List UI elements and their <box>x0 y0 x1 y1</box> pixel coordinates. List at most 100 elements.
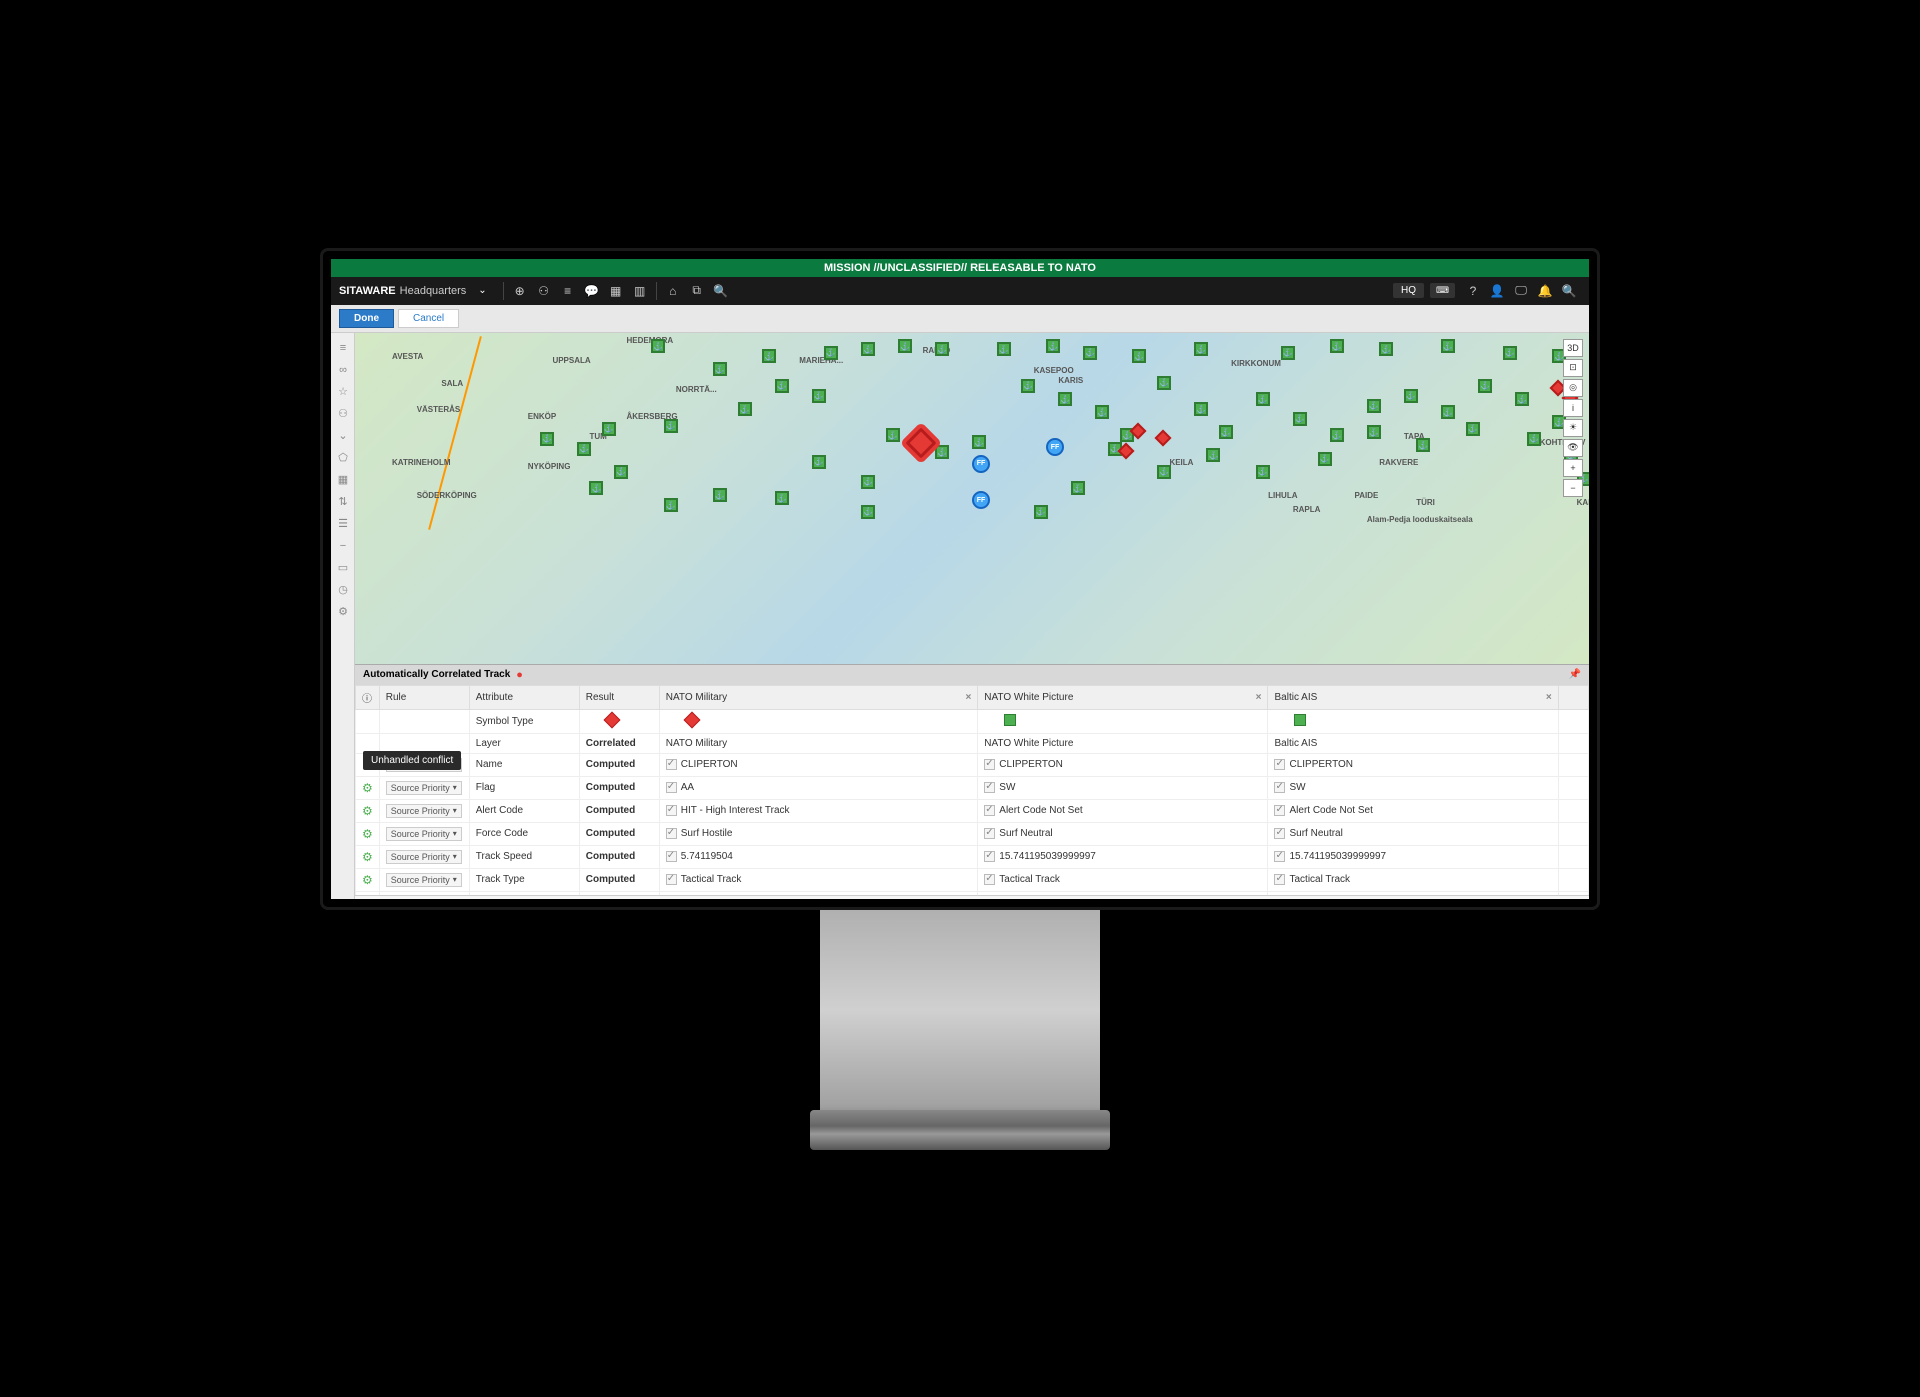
friendly-track-marker[interactable] <box>1367 399 1381 413</box>
friendly-track-marker[interactable] <box>540 432 554 446</box>
friendly-track-marker[interactable] <box>1206 448 1220 462</box>
checkbox-icon[interactable] <box>1274 782 1285 793</box>
map-canvas[interactable]: HEDEMORAAVESTASALAVÄSTERÅSUPPSALANORRTÄ.… <box>355 333 1589 664</box>
checkbox-icon[interactable] <box>666 874 677 885</box>
done-button[interactable]: Done <box>339 309 394 328</box>
sidebar-adjust-icon[interactable]: ⇅ <box>331 491 355 513</box>
map-zoomfit-icon[interactable]: ⊡ <box>1563 359 1583 377</box>
screen-icon[interactable]: 🖵 <box>1511 281 1531 301</box>
gear-icon[interactable]: ⚙ <box>362 850 373 864</box>
checkbox-icon[interactable] <box>984 805 995 816</box>
friendly-track-marker[interactable] <box>1194 342 1208 356</box>
checkbox-icon[interactable] <box>666 828 677 839</box>
friendly-track-marker[interactable] <box>1256 465 1270 479</box>
friendly-track-marker[interactable] <box>1293 412 1307 426</box>
friendly-track-marker[interactable] <box>886 428 900 442</box>
friendly-track-marker[interactable] <box>1441 339 1455 353</box>
map-zoomin-icon[interactable]: + <box>1563 459 1583 477</box>
sidebar-table-icon[interactable]: ▦ <box>331 469 355 491</box>
friendly-track-marker[interactable] <box>775 491 789 505</box>
friendly-track-marker[interactable] <box>713 488 727 502</box>
friendly-track-marker[interactable] <box>589 481 603 495</box>
ff-track-marker[interactable]: FF <box>972 491 990 509</box>
friendly-track-marker[interactable] <box>1404 389 1418 403</box>
grid-icon[interactable]: ▦ <box>606 281 626 301</box>
friendly-track-marker[interactable] <box>1503 346 1517 360</box>
friendly-track-marker[interactable] <box>577 442 591 456</box>
friendly-track-marker[interactable] <box>713 362 727 376</box>
close-src1-icon[interactable]: × <box>965 692 971 703</box>
close-src2-icon[interactable]: × <box>1256 692 1262 703</box>
friendly-track-marker[interactable] <box>1478 379 1492 393</box>
gear-icon[interactable]: ⚙ <box>362 873 373 887</box>
friendly-track-marker[interactable] <box>1416 438 1430 452</box>
friendly-track-marker[interactable] <box>1515 392 1529 406</box>
friendly-track-marker[interactable] <box>1157 465 1171 479</box>
checkbox-icon[interactable] <box>984 828 995 839</box>
checkbox-icon[interactable] <box>1274 874 1285 885</box>
map-3d-button[interactable]: 3D <box>1563 339 1583 357</box>
home-icon[interactable]: ⌂ <box>663 281 683 301</box>
checkbox-icon[interactable] <box>666 851 677 862</box>
col-src2[interactable]: NATO White Picture× <box>978 685 1268 709</box>
pin-icon[interactable]: 📌 <box>1569 669 1581 680</box>
friendly-track-marker[interactable] <box>1219 425 1233 439</box>
friendly-track-marker[interactable] <box>1330 339 1344 353</box>
friendly-track-marker[interactable] <box>1466 422 1480 436</box>
rule-dropdown[interactable]: Source Priority <box>386 781 462 795</box>
sidebar-tree-icon[interactable]: ⚇ <box>331 403 355 425</box>
friendly-track-marker[interactable] <box>614 465 628 479</box>
col-src3[interactable]: Baltic AIS× <box>1268 685 1558 709</box>
map-brightness-icon[interactable]: ☀ <box>1563 419 1583 437</box>
friendly-track-marker[interactable] <box>935 342 949 356</box>
sidebar-camera-icon[interactable]: ▭ <box>331 557 355 579</box>
friendly-track-marker[interactable] <box>1194 402 1208 416</box>
rule-dropdown[interactable]: Source Priority <box>386 827 462 841</box>
sidebar-shape-icon[interactable]: ⬠ <box>331 447 355 469</box>
context-dropdown-icon[interactable]: ⌄ <box>478 285 486 296</box>
sidebar-link-icon[interactable]: ∞ <box>331 359 355 381</box>
globe-icon[interactable]: ⊕ <box>510 281 530 301</box>
sidebar-list2-icon[interactable]: ☰ <box>331 513 355 535</box>
sidebar-star-icon[interactable]: ☆ <box>331 381 355 403</box>
search-icon[interactable]: 🔍 <box>711 281 731 301</box>
keyboard-shortcut-icon[interactable]: ⌨ <box>1430 283 1455 298</box>
book-icon[interactable]: ▥ <box>630 281 650 301</box>
map-target-icon[interactable]: ◎ <box>1563 379 1583 397</box>
friendly-track-marker[interactable] <box>664 498 678 512</box>
friendly-track-marker[interactable] <box>1281 346 1295 360</box>
friendly-track-marker[interactable] <box>812 389 826 403</box>
friendly-track-marker[interactable] <box>1157 376 1171 390</box>
sidebar-layers-icon[interactable]: ≡ <box>331 337 355 359</box>
checkbox-icon[interactable] <box>1274 828 1285 839</box>
friendly-track-marker[interactable] <box>1046 339 1060 353</box>
layers-icon[interactable]: ⧉ <box>687 281 707 301</box>
friendly-track-marker[interactable] <box>812 455 826 469</box>
friendly-track-marker[interactable] <box>935 445 949 459</box>
friendly-track-marker[interactable] <box>1083 346 1097 360</box>
search-global-icon[interactable]: 🔍 <box>1559 281 1579 301</box>
friendly-track-marker[interactable] <box>824 346 838 360</box>
checkbox-icon[interactable] <box>1274 805 1285 816</box>
friendly-track-marker[interactable] <box>738 402 752 416</box>
gear-icon[interactable]: ⚙ <box>362 827 373 841</box>
map-info-icon[interactable]: i <box>1563 399 1583 417</box>
friendly-track-marker[interactable] <box>1379 342 1393 356</box>
bell-icon[interactable]: 🔔 <box>1535 281 1555 301</box>
checkbox-icon[interactable] <box>984 759 995 770</box>
checkbox-icon[interactable] <box>666 805 677 816</box>
friendly-track-marker[interactable] <box>1441 405 1455 419</box>
ff-track-marker[interactable]: FF <box>1046 438 1064 456</box>
friendly-track-marker[interactable] <box>1367 425 1381 439</box>
rule-dropdown[interactable]: Source Priority <box>386 873 462 887</box>
friendly-track-marker[interactable] <box>898 339 912 353</box>
friendly-track-marker[interactable] <box>1095 405 1109 419</box>
checkbox-icon[interactable] <box>666 759 677 770</box>
hierarchy-icon[interactable]: ⚇ <box>534 281 554 301</box>
hostile-track-marker[interactable] <box>1155 429 1172 446</box>
friendly-track-marker[interactable] <box>1330 428 1344 442</box>
friendly-track-marker[interactable] <box>1034 505 1048 519</box>
user-icon[interactable]: 👤 <box>1487 281 1507 301</box>
ff-track-marker[interactable]: FF <box>972 455 990 473</box>
friendly-track-marker[interactable] <box>775 379 789 393</box>
